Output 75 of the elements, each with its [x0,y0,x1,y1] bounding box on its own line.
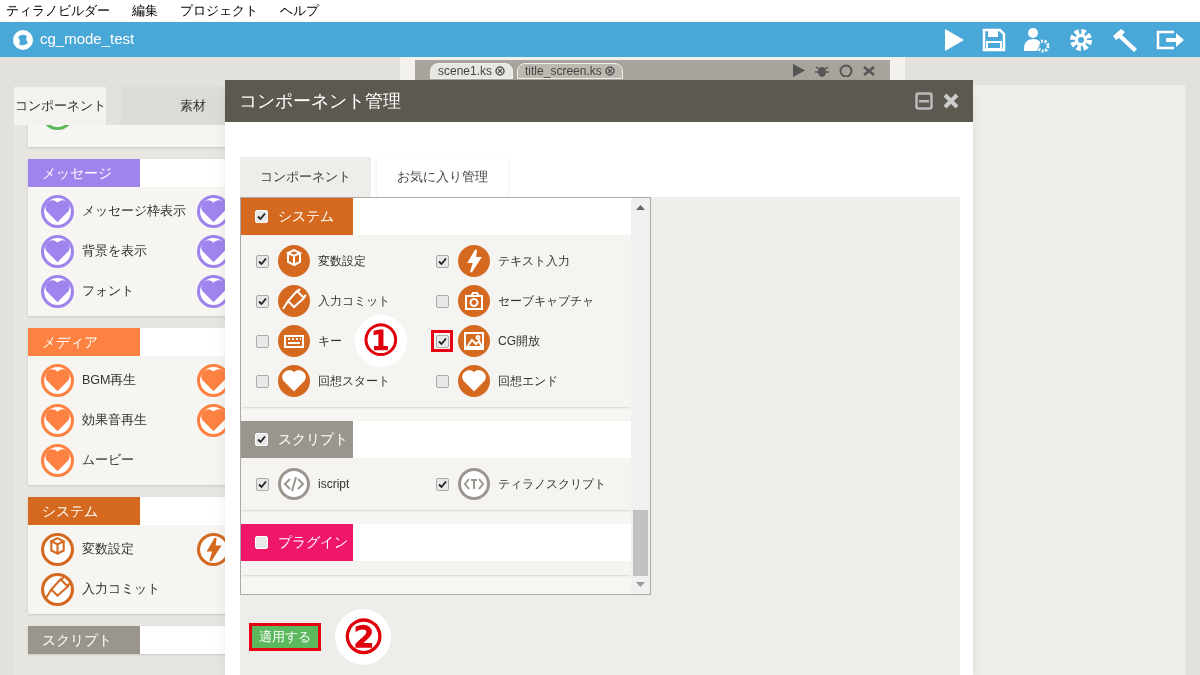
scroll-down-icon[interactable] [636,582,645,587]
dialog-tab[interactable]: コンポーネント [240,157,371,197]
close-icon[interactable] [863,64,875,76]
checkbox[interactable] [255,334,269,348]
cube-icon [41,533,74,566]
hammer-icon[interactable] [1111,26,1139,53]
sidebar-tab[interactable]: コンポーネント [14,87,106,125]
scroll-up-icon[interactable] [636,205,645,210]
checkbox[interactable] [435,254,449,268]
component-label[interactable]: 背景を表示 [82,242,147,261]
category-header[interactable]: システム [28,497,140,525]
minimize-icon[interactable] [915,92,933,110]
play-icon[interactable] [793,64,805,77]
play-icon[interactable] [943,27,965,52]
save-icon[interactable] [982,27,1006,52]
dialog-title: コンポーネント管理 [239,89,401,113]
menu-item[interactable]: ヘルプ [280,1,319,21]
annotation-number: ② [335,609,391,665]
component-label[interactable]: iscript [318,475,350,493]
component-label[interactable]: セーブキャプチャ [498,292,594,310]
menu-item[interactable]: ティラノビルダー [6,1,110,21]
cube-icon [278,245,310,277]
code-icon [278,468,310,500]
component-label[interactable]: メッセージ枠表示 [82,202,186,221]
component-label[interactable]: CG開放 [498,332,540,350]
sidebar-tab[interactable]: 素材 [121,87,225,125]
checkbox[interactable] [435,477,449,491]
menu-item[interactable]: 編集 [132,1,158,21]
file-tab[interactable]: title_screen.ks [517,63,623,79]
component-icon [41,404,74,437]
project-name: cg_mode_test [40,29,135,50]
camera-icon [458,285,490,317]
dialog-tab[interactable]: お気に入り管理 [377,157,508,197]
component-label[interactable]: ティラノスクリプト [498,475,606,493]
close-icon[interactable] [495,66,506,76]
component-label[interactable]: ムービー [82,451,134,470]
component-label[interactable]: 変数設定 [82,540,134,559]
group-header[interactable]: システム [241,198,353,235]
component-label[interactable]: 効果音再生 [82,411,147,430]
lightning-icon [458,245,490,277]
component-icon [41,195,74,228]
component-icon [41,275,74,308]
component-label[interactable]: 回想スタート [318,372,390,390]
checkbox[interactable] [255,254,269,268]
annotation-number: ① [355,315,407,367]
checkbox[interactable] [255,477,269,491]
close-icon[interactable] [604,66,615,76]
code-icon [458,468,490,500]
component-label[interactable]: フォント [82,282,134,301]
scrollbar-thumb[interactable] [633,510,648,576]
scrollbar[interactable] [631,198,650,594]
settings-icon[interactable] [1068,26,1094,53]
component-label[interactable]: キー [318,332,342,350]
group-header[interactable]: プラグイン [241,524,353,561]
component-label[interactable]: 入力コミット [82,580,160,599]
component-label[interactable]: BGM再生 [82,371,137,390]
component-label[interactable]: 変数設定 [318,252,366,270]
component-label[interactable]: 入力コミット [318,292,390,310]
checkbox[interactable] [255,374,269,388]
component-icon [41,444,74,477]
logo-icon [12,28,34,51]
component-icon [41,364,74,397]
menu-item[interactable]: プロジェクト [180,1,258,21]
component-label[interactable]: 回想エンド [498,372,558,390]
bug-icon[interactable] [815,64,829,77]
checkbox[interactable] [435,374,449,388]
user-settings-icon[interactable] [1023,26,1051,53]
search-icon[interactable] [839,64,853,77]
keyboard-icon [278,325,310,357]
checkbox[interactable] [435,294,449,308]
image-icon [458,325,490,357]
file-tab[interactable]: scene1.ks [430,63,514,79]
component-icon [41,235,74,268]
component-label[interactable]: テキスト入力 [498,252,570,270]
checkbox[interactable] [255,294,269,308]
